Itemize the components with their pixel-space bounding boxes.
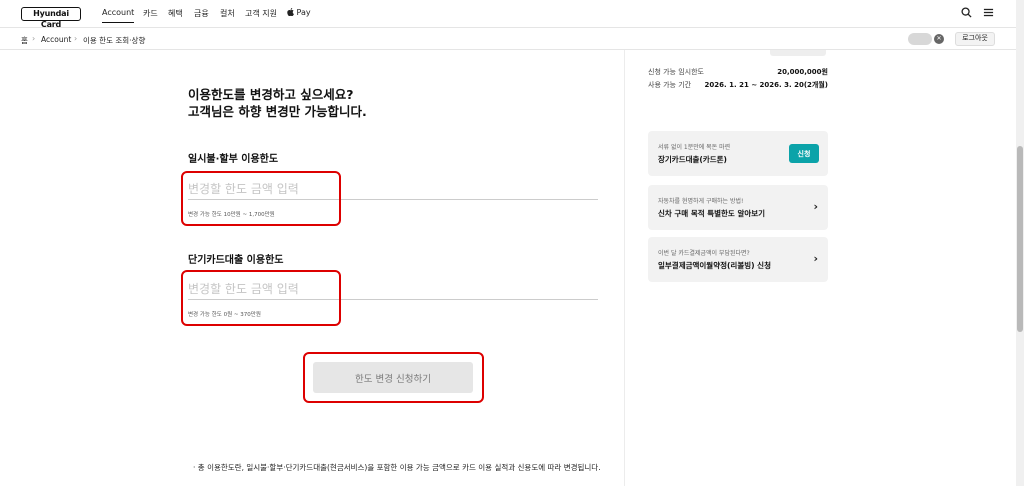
apple-icon [287, 8, 294, 17]
promo-card-subtitle: 자동차를 현명하게 구매하는 방법! [658, 198, 744, 205]
side-info-label: 신청 가능 임시한도 [648, 68, 704, 76]
page-heading: 이용한도를 변경하고 싶으세요? 고객님은 하향 변경만 가능합니다. [188, 86, 367, 120]
short-term-loan-limit-input[interactable] [188, 278, 598, 300]
temporary-limit-apply-button[interactable] [770, 50, 826, 56]
nav-account[interactable]: Account [102, 8, 135, 23]
main-content: 이용한도를 변경하고 싶으세요? 고객님은 하향 변경만 가능합니다. 일시불·… [0, 50, 624, 486]
footnote-text: 총 이용한도란, 일시불·할부·단기카드대출(현금서비스)을 포함한 이용 가능… [197, 463, 601, 472]
chevron-right-icon: › [813, 200, 818, 213]
side-info-label: 사용 가능 기간 [648, 81, 692, 89]
breadcrumb-account[interactable]: Account [41, 35, 71, 44]
short-term-loan-limit-hint: 변경 가능 한도 0원 ~ 370만원 [188, 312, 261, 318]
breadcrumb-home[interactable]: 홈 [21, 35, 28, 46]
hyundai-card-logo[interactable]: Hyundai Card [21, 7, 81, 29]
promo-card-title: 일부결제금액이월약정(리볼빙) 신청 [658, 261, 771, 270]
scrollbar-thumb[interactable] [1017, 146, 1023, 332]
search-icon[interactable] [961, 7, 972, 20]
promo-card-title: 장기카드대출(카드론) [658, 155, 727, 164]
promo-card-title: 신차 구매 목적 특별한도 알아보기 [658, 209, 766, 218]
hamburger-menu-icon[interactable] [983, 7, 994, 20]
nav-card[interactable]: 카드 [143, 8, 158, 19]
breadcrumb-current: 이용 한도 조회·상향 [83, 36, 146, 45]
top-navigation: Hyundai Card Account 카드 혜택 금융 컬처 고객 지원 P… [0, 0, 1016, 29]
lump-sum-limit-label: 일시불·할부 이용한도 [188, 154, 279, 165]
nav-apple-pay[interactable]: Pay [287, 8, 311, 17]
nav-benefit[interactable]: 혜택 [168, 8, 183, 19]
user-name-blurred [908, 33, 932, 45]
promo-card-subtitle: 이번 달 카드결제금액이 부담된다면? [658, 250, 750, 257]
promo-card-card-loan[interactable]: 서류 없이 1분만에 목돈 마련 장기카드대출(카드론) 신청 [648, 131, 828, 176]
chevron-right-icon: › [74, 34, 78, 43]
promo-card-revolving[interactable]: 이번 달 카드결제금액이 부담된다면? 일부결제금액이월약정(리볼빙) 신청 › [648, 237, 828, 282]
chevron-right-icon: › [813, 252, 818, 265]
side-info-row: 신청 가능 임시한도 20,000,000원 [648, 67, 828, 77]
nav-customer-support[interactable]: 고객 지원 [245, 8, 277, 19]
heading-line-1: 이용한도를 변경하고 싶으세요? [188, 87, 354, 102]
breadcrumb: 홈 › Account › 이용 한도 조회·상향 ✕ 로그아웃 [0, 28, 1016, 50]
heading-line-2: 고객님은 하향 변경만 가능합니다. [188, 104, 367, 119]
chevron-right-icon: › [32, 34, 36, 43]
limit-footnote: · 총 이용한도란, 일시불·할부·단기카드대출(현금서비스)을 포함한 이용 … [193, 460, 603, 476]
promo-card-new-car[interactable]: 자동차를 현명하게 구매하는 방법! 신차 구매 목적 특별한도 알아보기 › [648, 185, 828, 230]
column-divider [624, 50, 625, 486]
card-loan-apply-button[interactable]: 신청 [789, 144, 819, 163]
side-info-value: 20,000,000원 [777, 68, 828, 76]
user-dropdown-icon[interactable]: ✕ [934, 34, 944, 44]
side-info-row: 사용 가능 기간 2026. 1. 21 ~ 2026. 3. 20(2개월) [648, 80, 828, 90]
submit-limit-change-button[interactable]: 한도 변경 신청하기 [313, 362, 473, 393]
promo-card-subtitle: 서류 없이 1분만에 목돈 마련 [658, 144, 731, 151]
nav-culture[interactable]: 컬처 [220, 8, 235, 19]
short-term-loan-limit-label: 단기카드대출 이용한도 [188, 255, 284, 266]
apple-pay-label: Pay [294, 8, 311, 17]
lump-sum-limit-hint: 변경 가능 한도 10만원 ~ 1,700만원 [188, 212, 275, 218]
nav-finance[interactable]: 금융 [194, 8, 209, 19]
lump-sum-limit-input[interactable] [188, 178, 598, 200]
logout-button[interactable]: 로그아웃 [955, 32, 995, 46]
side-info-value: 2026. 1. 21 ~ 2026. 3. 20(2개월) [704, 81, 828, 89]
